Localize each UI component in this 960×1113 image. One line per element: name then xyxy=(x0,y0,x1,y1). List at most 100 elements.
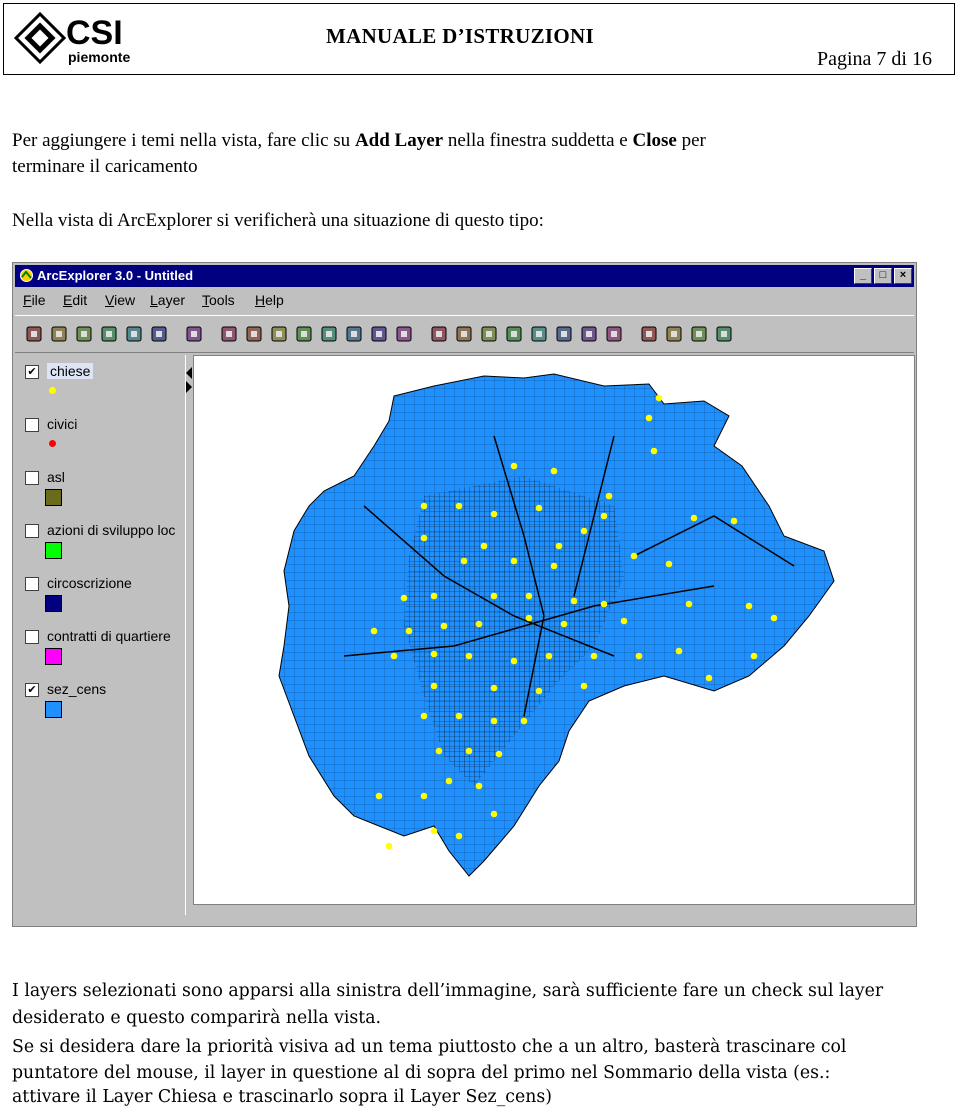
layer-symbol xyxy=(45,595,62,612)
layer-checkbox[interactable] xyxy=(25,418,39,432)
map-canvas[interactable] xyxy=(194,356,914,904)
church-point xyxy=(510,657,518,665)
church-point xyxy=(390,652,398,660)
stop-icon[interactable] xyxy=(183,323,205,345)
church-point xyxy=(580,527,588,535)
minimize-button[interactable]: _ xyxy=(854,268,872,284)
maximize-button[interactable]: □ xyxy=(874,268,892,284)
legend-item-sez-cens[interactable]: ✔ sez_cens xyxy=(21,681,186,731)
save-project-icon[interactable] xyxy=(98,323,120,345)
zoom-previous-icon[interactable] xyxy=(243,323,265,345)
church-point xyxy=(600,512,608,520)
zoom-active-icon[interactable] xyxy=(293,323,315,345)
church-point xyxy=(475,782,483,790)
panel-splitter[interactable] xyxy=(185,355,192,915)
church-point xyxy=(555,542,563,550)
csi-logo: CSI piemonte xyxy=(14,11,130,65)
layer-name[interactable]: chiese xyxy=(47,363,94,379)
clear-icon[interactable] xyxy=(638,323,660,345)
layer-checkbox[interactable] xyxy=(25,577,39,591)
collapse-arrow-icon[interactable] xyxy=(186,367,192,397)
church-point xyxy=(455,832,463,840)
zoom-full-icon[interactable] xyxy=(268,323,290,345)
add-layer-icon[interactable] xyxy=(123,323,145,345)
church-point xyxy=(550,562,558,570)
zoom-out-icon[interactable] xyxy=(343,323,365,345)
church-point xyxy=(465,652,473,660)
identify-icon[interactable] xyxy=(428,323,450,345)
print-icon[interactable] xyxy=(148,323,170,345)
church-point xyxy=(510,557,518,565)
arcexplorer-window: ArcExplorer 3.0 - Untitled _ □ × File Ed… xyxy=(12,262,917,927)
document-title: MANUALE D’ISTRUZIONI xyxy=(326,24,594,48)
logo-subtext: piemonte xyxy=(68,49,130,65)
menu-help[interactable]: Help xyxy=(255,292,284,308)
layer-checkbox[interactable]: ✔ xyxy=(25,683,39,697)
church-point xyxy=(375,792,383,800)
intro-line-2: terminare il caricamento xyxy=(12,156,198,177)
body-paragraph-3: Se si desidera dare la priorità visiva a… xyxy=(12,1037,847,1057)
layer-name[interactable]: sez_cens xyxy=(47,681,106,697)
title-bar: ArcExplorer 3.0 - Untitled _ □ × xyxy=(15,265,914,287)
layer-checkbox[interactable] xyxy=(25,471,39,485)
church-point xyxy=(460,557,468,565)
attributes-icon[interactable] xyxy=(578,323,600,345)
open-project-icon[interactable] xyxy=(73,323,95,345)
find-icon[interactable] xyxy=(478,323,500,345)
legend-item-contratti-di-quartiere[interactable]: contratti di quartiere xyxy=(21,628,186,678)
toolbar xyxy=(15,315,914,353)
legend-item-chiese[interactable]: ✔ chiese xyxy=(21,363,186,413)
spatial-query-icon[interactable] xyxy=(553,323,575,345)
layer-name[interactable]: azioni di sviluppo loc xyxy=(47,522,175,538)
church-point xyxy=(420,534,428,542)
pan-icon[interactable] xyxy=(368,323,390,345)
menu-view[interactable]: View xyxy=(105,292,135,308)
save-icon[interactable] xyxy=(48,323,70,345)
church-point xyxy=(600,600,608,608)
close-button[interactable]: × xyxy=(894,268,912,284)
church-point xyxy=(480,542,488,550)
layer-name[interactable]: circoscrizione xyxy=(47,575,132,591)
menu-tools[interactable]: Tools xyxy=(202,292,235,308)
map-view[interactable] xyxy=(193,355,915,905)
pan-realtime-icon[interactable] xyxy=(393,323,415,345)
zoom-in-icon[interactable] xyxy=(318,323,340,345)
layer-checkbox[interactable] xyxy=(25,630,39,644)
church-point xyxy=(635,652,643,660)
query-icon[interactable] xyxy=(503,323,525,345)
church-point xyxy=(420,712,428,720)
body-paragraph-2: desiderato e questo comparirà nella vist… xyxy=(12,1008,382,1028)
church-point xyxy=(405,627,413,635)
grid-icon[interactable] xyxy=(688,323,710,345)
menu-layer[interactable]: Layer xyxy=(150,292,185,308)
close-term: Close xyxy=(632,130,677,151)
church-point xyxy=(650,447,658,455)
church-point xyxy=(430,592,438,600)
church-point xyxy=(630,552,638,560)
legend-item-civici[interactable]: civici xyxy=(21,416,186,466)
legend-item-asl[interactable]: asl xyxy=(21,469,186,519)
menu-file[interactable]: File xyxy=(23,292,46,308)
menu-edit[interactable]: Edit xyxy=(63,292,87,308)
select-icon[interactable] xyxy=(453,323,475,345)
open-icon[interactable] xyxy=(23,323,45,345)
church-point xyxy=(770,614,778,622)
query-builder-icon[interactable] xyxy=(528,323,550,345)
legend-item-azioni-di-sviluppo-loc[interactable]: azioni di sviluppo loc xyxy=(21,522,186,572)
layer-name[interactable]: asl xyxy=(47,469,65,485)
church-point xyxy=(525,592,533,600)
pan-back-icon[interactable] xyxy=(218,323,240,345)
legend-item-circoscrizione[interactable]: circoscrizione xyxy=(21,575,186,625)
properties-icon[interactable] xyxy=(603,323,625,345)
legend-panel: ✔ chiese civici asl azioni di sviluppo loc ci… xyxy=(17,355,183,915)
church-point xyxy=(570,597,578,605)
church-point xyxy=(495,750,503,758)
layer-name[interactable]: contratti di quartiere xyxy=(47,628,171,644)
layer-checkbox[interactable]: ✔ xyxy=(25,365,39,379)
add-layer-term: Add Layer xyxy=(354,130,444,151)
layer-name[interactable]: civici xyxy=(47,416,77,432)
table-icon[interactable] xyxy=(713,323,735,345)
locate-icon[interactable] xyxy=(663,323,685,345)
church-point xyxy=(705,674,713,682)
layer-checkbox[interactable] xyxy=(25,524,39,538)
